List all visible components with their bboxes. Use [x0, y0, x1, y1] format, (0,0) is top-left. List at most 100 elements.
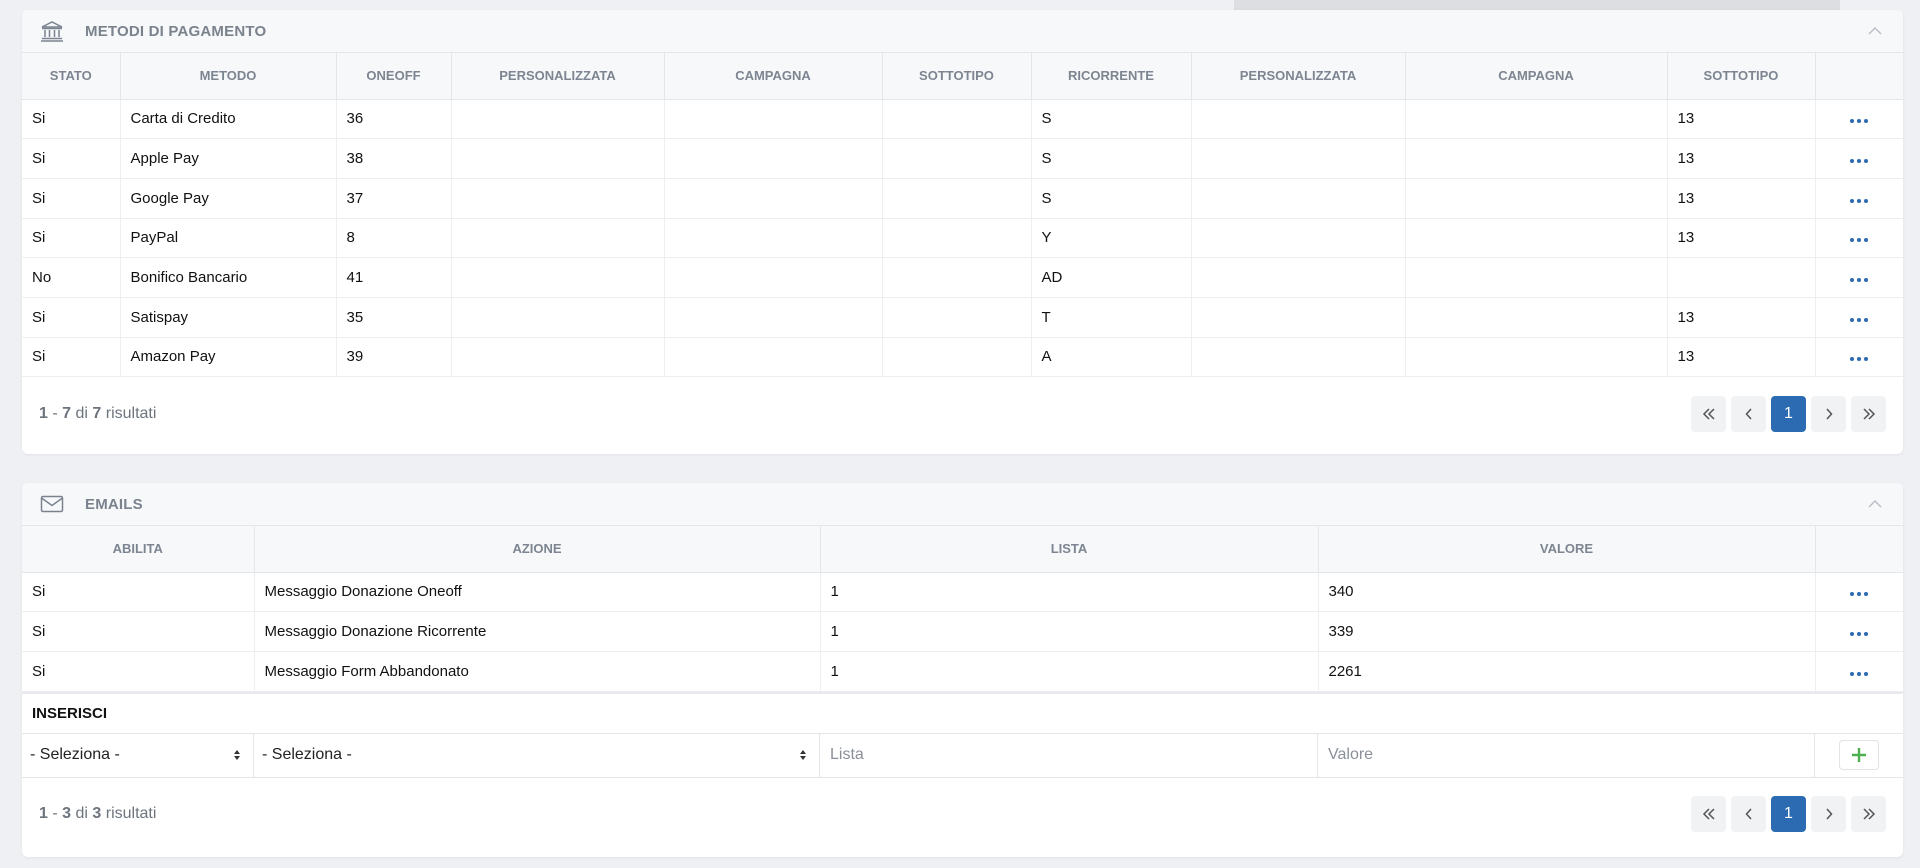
table-row[interactable]: No Bonifico Bancario 41 AD	[22, 257, 1903, 298]
next-page-button[interactable]	[1811, 795, 1846, 832]
column-header: CAMPAGNA	[1405, 53, 1668, 100]
ellipsis-icon[interactable]	[1846, 314, 1872, 326]
table-row[interactable]: Si Apple Pay 38 S 13	[22, 138, 1903, 179]
row-actions	[1815, 651, 1903, 692]
cell-camp1	[664, 337, 883, 378]
cell-pers1	[451, 257, 665, 298]
column-header: ONEOFF	[336, 53, 452, 100]
cell-pers2	[1191, 257, 1406, 298]
chevron-up-icon[interactable]	[1865, 495, 1885, 513]
cell-camp2	[1405, 99, 1668, 140]
lista-input[interactable]	[820, 733, 1317, 777]
ellipsis-icon[interactable]	[1846, 115, 1872, 127]
cell-metodo: Google Pay	[120, 178, 337, 219]
cell-sott2: 13	[1667, 218, 1816, 259]
table-row[interactable]: Si Google Pay 37 S 13	[22, 178, 1903, 219]
row-actions	[1815, 178, 1903, 219]
cell-ricorrente: A	[1031, 337, 1192, 378]
panel-title: METODI DI PAGAMENTO	[85, 22, 267, 40]
ellipsis-icon[interactable]	[1846, 588, 1872, 600]
emails-footer: 1 - 3 di 3 risultati 1	[22, 778, 1903, 850]
payment-methods-table: STATO METODO ONEOFF PERSONALIZZATA CAMPAGNA S…	[22, 53, 1903, 378]
cell-pers2	[1191, 178, 1406, 219]
table-row[interactable]: Si Satispay 35 T 13	[22, 297, 1903, 338]
row-actions	[1815, 297, 1903, 338]
add-button[interactable]	[1839, 740, 1879, 771]
ellipsis-icon[interactable]	[1846, 195, 1872, 207]
table-row[interactable]: Si PayPal 8 Y 13	[22, 218, 1903, 259]
page-1-button[interactable]: 1	[1771, 396, 1806, 433]
cell-stato: Si	[22, 297, 121, 338]
ellipsis-icon[interactable]	[1846, 155, 1872, 167]
table-row[interactable]: Si Messaggio Donazione Oneoff 1 340	[22, 572, 1903, 613]
table-row[interactable]: Si Messaggio Form Abbandonato 1 2261	[22, 651, 1903, 692]
cell-oneoff: 37	[336, 178, 452, 219]
cell-pers1	[451, 178, 665, 219]
column-header: CAMPAGNA	[664, 53, 883, 100]
ellipsis-icon[interactable]	[1846, 234, 1872, 246]
column-header: SOTTOTIPO	[1667, 53, 1816, 100]
column-header: SOTTOTIPO	[882, 53, 1032, 100]
cell-oneoff: 39	[336, 337, 452, 378]
last-page-button[interactable]	[1851, 795, 1886, 832]
cell-metodo: Carta di Credito	[120, 99, 337, 140]
payment-methods-header[interactable]: METODI DI PAGAMENTO	[22, 10, 1903, 53]
page-1-button[interactable]: 1	[1771, 795, 1806, 832]
chevron-right-icon	[1825, 808, 1833, 820]
next-page-button[interactable]	[1811, 396, 1846, 433]
ellipsis-icon[interactable]	[1846, 628, 1872, 640]
cell-camp2	[1405, 337, 1668, 378]
cell-camp2	[1405, 178, 1668, 219]
cell-stato: Si	[22, 178, 121, 219]
column-header	[1815, 53, 1903, 100]
cell-ricorrente: S	[1031, 178, 1192, 219]
prev-page-button[interactable]	[1731, 396, 1766, 433]
payment-methods-panel: METODI DI PAGAMENTO STATO METODO ONEOFF PER…	[22, 10, 1903, 454]
sort-arrows-icon	[800, 750, 806, 761]
cell-sott2: 13	[1667, 178, 1816, 219]
row-actions	[1815, 572, 1903, 613]
chevron-up-icon[interactable]	[1865, 22, 1885, 40]
cell-lista: 1	[820, 651, 1319, 692]
cell-sott2: 13	[1667, 337, 1816, 378]
table-header-row: ABILITA AZIONE LISTA VALORE	[22, 526, 1903, 573]
cell-pers2	[1191, 99, 1406, 140]
cell-stato: No	[22, 257, 121, 298]
table-row[interactable]: Si Carta di Credito 36 S 13	[22, 99, 1903, 140]
cell-sott1	[882, 257, 1032, 298]
cell-oneoff: 36	[336, 99, 452, 140]
cell-sott2: 13	[1667, 99, 1816, 140]
cell-camp1	[664, 297, 883, 338]
valore-input[interactable]	[1318, 733, 1814, 777]
cell-oneoff: 38	[336, 138, 452, 179]
ellipsis-icon[interactable]	[1846, 274, 1872, 286]
first-page-button[interactable]	[1691, 795, 1726, 832]
double-chevron-left-icon	[1702, 808, 1715, 820]
insert-section-title: INSERISCI	[22, 691, 1903, 734]
column-header: LISTA	[820, 526, 1319, 573]
cell-camp2	[1405, 257, 1668, 298]
cell-ricorrente: S	[1031, 99, 1192, 140]
bank-icon	[39, 19, 65, 43]
abilita-select[interactable]: - Seleziona -	[22, 734, 253, 777]
ellipsis-icon[interactable]	[1846, 353, 1872, 365]
cell-camp1	[664, 257, 883, 298]
cell-ricorrente: T	[1031, 297, 1192, 338]
row-actions	[1815, 218, 1903, 259]
table-row[interactable]: Si Amazon Pay 39 A 13	[22, 337, 1903, 378]
results-count: 1 - 3 di 3 risultati	[39, 804, 157, 822]
column-header: RICORRENTE	[1031, 53, 1192, 100]
panel-title: EMAILS	[85, 495, 143, 513]
cell-ricorrente: S	[1031, 138, 1192, 179]
azione-select[interactable]: - Seleziona -	[254, 734, 819, 777]
last-page-button[interactable]	[1851, 396, 1886, 433]
first-page-button[interactable]	[1691, 396, 1726, 433]
cell-azione: Messaggio Form Abbandonato	[254, 651, 821, 692]
prev-page-button[interactable]	[1731, 795, 1766, 832]
cell-valore: 339	[1318, 611, 1816, 652]
ellipsis-icon[interactable]	[1846, 668, 1872, 680]
cell-oneoff: 8	[336, 218, 452, 259]
emails-header[interactable]: EMAILS	[22, 483, 1903, 526]
table-row[interactable]: Si Messaggio Donazione Ricorrente 1 339	[22, 611, 1903, 652]
cell-ricorrente: AD	[1031, 257, 1192, 298]
